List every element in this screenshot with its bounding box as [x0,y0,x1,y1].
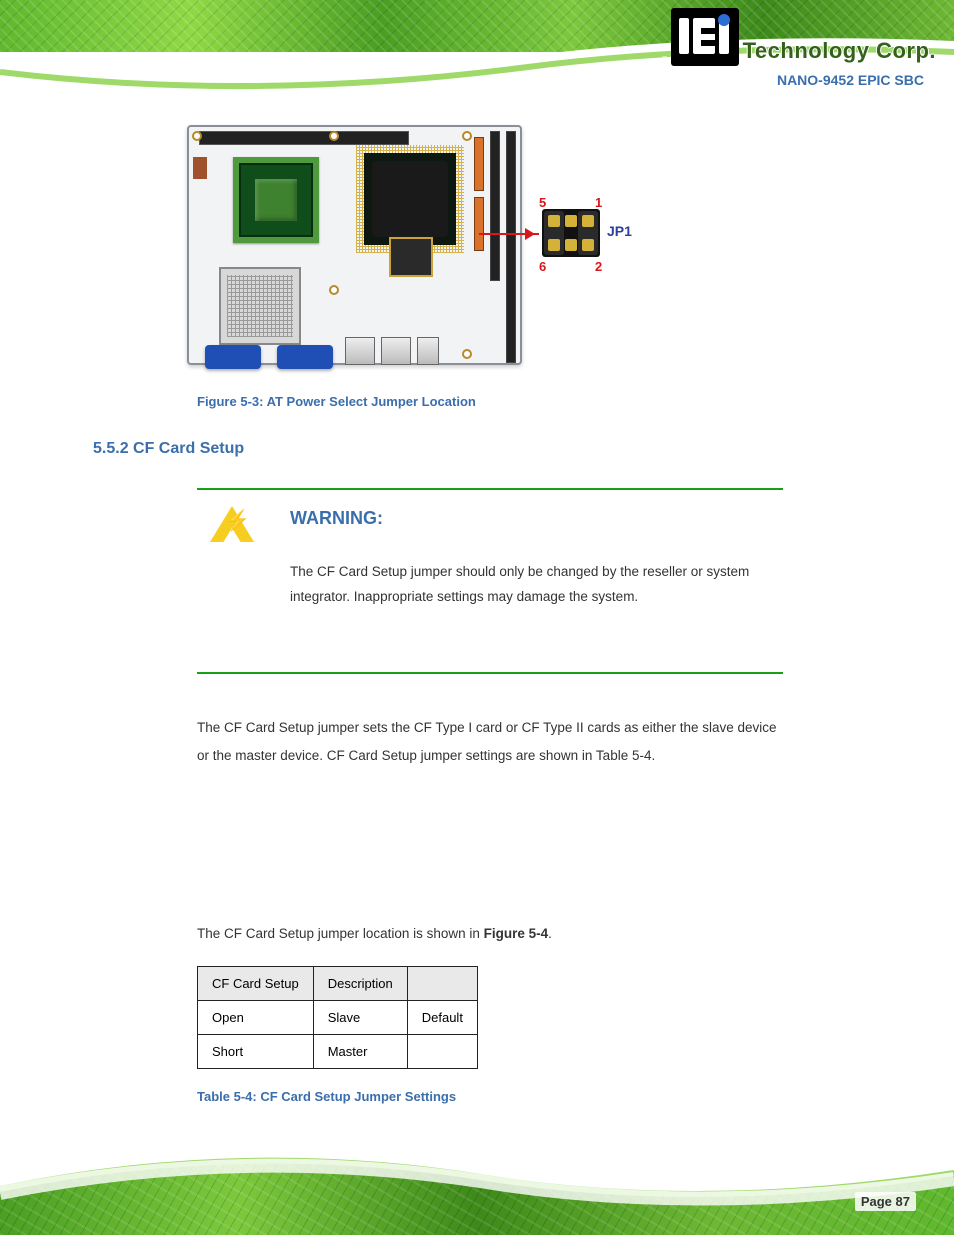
table-header [407,967,477,1001]
board-figure: 5 1 6 2 JP1 [187,125,617,370]
bottom-banner: Page 87 [0,1115,954,1235]
chipset-green [233,157,319,243]
page-number: Page 87 [855,1192,916,1211]
warning-top-rule [197,488,783,490]
body-paragraph-2: The CF Card Setup jumper location is sho… [197,920,791,948]
jumper-block-icon [542,209,600,257]
product-name: NANO-9452 EPIC SBC [777,72,924,88]
warning-icon: ⚡ [210,498,254,538]
body-p2-pre: The CF Card Setup jumper location is sho… [197,926,484,941]
chipset-black [364,153,456,245]
brand-company-text: Technology Corp. [743,38,936,64]
table-header: CF Card Setup [198,967,314,1001]
table-row: Open Slave Default [198,1001,478,1035]
warning-title: WARNING: [290,508,383,529]
figure-ref: Figure 5-4 [484,926,549,941]
jumper-settings-table: CF Card Setup Description Open Slave Def… [197,966,478,1069]
jp-label-6: 6 [539,259,546,274]
bios-chip [389,237,433,277]
jp-label-5: 5 [539,195,546,210]
section-heading: 5.5.2 CF Card Setup [93,440,244,458]
registered-mark: ® [661,55,668,66]
warning-body: The CF Card Setup jumper should only be … [290,560,768,610]
body-p2-post: . [548,926,552,941]
jumper-name: JP1 [607,223,632,239]
table-caption: Table 5-4: CF Card Setup Jumper Settings [197,1089,456,1104]
bottom-swoosh [0,1115,954,1225]
top-banner: ® Technology Corp. NANO-9452 EPIC SBC [0,0,954,110]
table-header: Description [313,967,407,1001]
body-paragraph-1: The CF Card Setup jumper sets the CF Typ… [197,714,791,771]
brand-logo: ® [671,8,739,66]
jp-label-2: 2 [595,259,602,274]
cpu-socket [219,267,301,345]
sbc-board [187,125,522,365]
callout-arrow [479,233,539,235]
table-row: Short Master [198,1035,478,1069]
figure-caption: Figure 5-3: AT Power Select Jumper Locat… [197,394,476,409]
jp-label-1: 1 [595,195,602,210]
table-header-row: CF Card Setup Description [198,967,478,1001]
warning-bottom-rule [197,672,783,674]
